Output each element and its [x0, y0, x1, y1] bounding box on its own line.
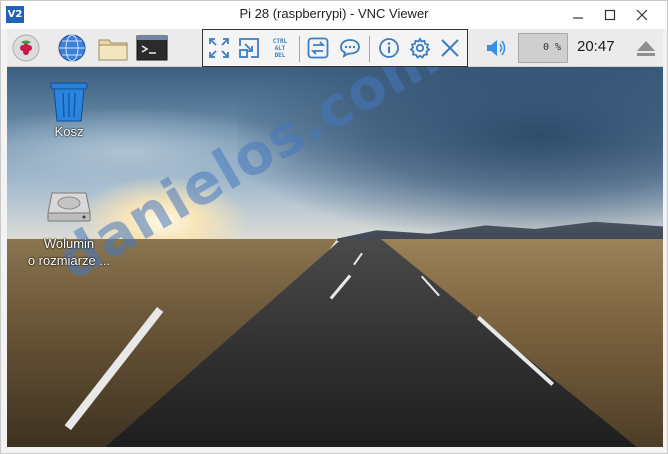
folder-icon [98, 39, 128, 61]
eject-button[interactable] [631, 33, 661, 63]
transfer-icon [307, 37, 329, 59]
volume-button[interactable] [481, 33, 511, 63]
info-icon [379, 38, 399, 58]
close-window-button[interactable] [627, 1, 657, 29]
close-icon [441, 39, 459, 57]
gear-icon [409, 37, 431, 59]
raspberry-menu-button[interactable] [11, 33, 41, 63]
vnc-toolbar: CTRL ALT DEL [202, 29, 468, 67]
hard-drive-icon [47, 192, 91, 222]
properties-button[interactable] [406, 34, 434, 62]
desktop-icon-volume[interactable]: Wolumin o rozmiarze ... [14, 189, 124, 269]
cad-del: DEL [274, 51, 286, 59]
ctrl-alt-del-label: CTRL ALT DEL [273, 38, 287, 59]
clock[interactable]: 20:47 [577, 38, 615, 55]
scale-icon [239, 38, 259, 58]
title-bar[interactable]: V2 Pi 28 (raspberrypi) - VNC Viewer [1, 1, 667, 29]
chat-button[interactable] [336, 34, 364, 62]
cad-alt: ALT [274, 44, 286, 52]
desktop-icon-trash[interactable]: Kosz [14, 79, 124, 140]
cpu-usage-monitor[interactable]: 0 % [518, 33, 568, 63]
maximize-icon [604, 9, 616, 21]
scale-button[interactable] [235, 34, 263, 62]
trash-icon [50, 82, 88, 122]
globe-icon [58, 34, 86, 62]
maximize-button[interactable] [595, 1, 625, 29]
file-transfer-button[interactable] [304, 34, 332, 62]
cad-ctrl: CTRL [272, 37, 288, 45]
eject-icon [637, 41, 655, 56]
desktop-icon-label: Wolumin [43, 236, 95, 251]
file-manager-button[interactable] [97, 33, 128, 63]
desktop-icon-label: o rozmiarze ... [27, 253, 111, 268]
fullscreen-button[interactable] [205, 34, 233, 62]
info-button[interactable] [375, 34, 403, 62]
minimize-icon [573, 17, 583, 19]
browser-button[interactable] [57, 33, 87, 63]
disconnect-button[interactable] [436, 34, 464, 62]
chat-bubble-icon [340, 39, 360, 58]
speaker-icon [487, 40, 506, 56]
terminal-button[interactable] [136, 33, 168, 63]
minimize-button[interactable] [563, 1, 593, 29]
raspberry-icon [12, 34, 40, 62]
toolbar-separator [299, 36, 300, 62]
toolbar-separator [369, 36, 370, 62]
terminal-icon [136, 35, 168, 61]
ctrl-alt-del-button[interactable]: CTRL ALT DEL [266, 34, 294, 62]
close-icon [636, 9, 648, 21]
desktop-icon-label: Kosz [54, 124, 84, 139]
vnc-viewer-window: V2 Pi 28 (raspberrypi) - VNC Viewer 0 % … [0, 0, 668, 454]
remote-desktop[interactable]: danielos.com.pl Kosz Wolumin o rozmiarze… [7, 67, 663, 447]
expand-arrows-icon [209, 38, 229, 58]
